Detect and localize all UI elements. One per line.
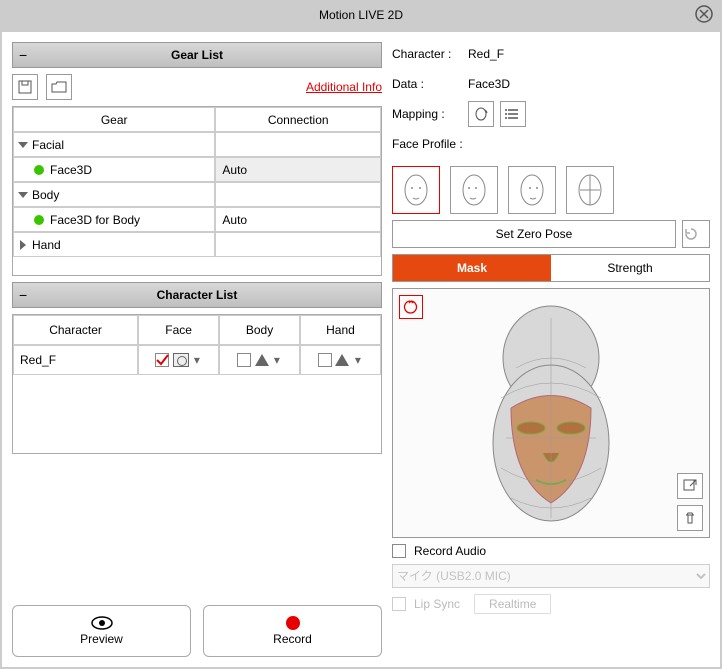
dropdown-icon[interactable]: ▾ [272, 353, 282, 367]
zero-pose-row: Set Zero Pose [392, 220, 710, 248]
tab-strength[interactable]: Strength [551, 255, 709, 281]
hand-cell[interactable]: ▾ [300, 345, 381, 375]
reset-pose-icon[interactable] [682, 220, 710, 248]
gear-table: Gear Connection Facial Face3D Auto Body … [12, 106, 382, 276]
dropdown-icon[interactable]: ▾ [353, 353, 363, 367]
mapping-head-icon[interactable] [468, 101, 494, 127]
titlebar: Motion LIVE 2D [0, 0, 722, 30]
face-profile-row [392, 166, 710, 214]
face-mesh-icon [461, 298, 641, 528]
face-profile-2[interactable] [450, 166, 498, 214]
face-profile-3[interactable] [508, 166, 556, 214]
body-cell[interactable]: ▾ [219, 345, 300, 375]
warning-icon [255, 354, 269, 366]
status-dot-icon [34, 215, 44, 225]
character-list-header[interactable]: − Character List [12, 282, 382, 308]
preview-button[interactable]: Preview [12, 605, 191, 657]
mic-select: マイク (USB2.0 MIC) [392, 564, 710, 588]
face-profile-1[interactable] [392, 166, 440, 214]
gear-item-face3d-body[interactable]: Face3D for Body Auto [13, 207, 381, 232]
set-zero-pose-button[interactable]: Set Zero Pose [392, 220, 676, 248]
checkbox-icon[interactable] [155, 353, 169, 367]
camera-icon[interactable] [173, 353, 189, 367]
collapse-icon[interactable]: − [19, 287, 27, 303]
character-row[interactable]: Red_F ▾ ▾ ▾ [13, 345, 381, 375]
gear-list-header[interactable]: − Gear List [12, 42, 382, 68]
record-audio-row[interactable]: Record Audio [392, 544, 710, 558]
collapse-icon[interactable]: − [19, 47, 27, 63]
additional-info-link[interactable]: Additional Info [306, 80, 382, 94]
checkbox-icon[interactable] [318, 353, 332, 367]
window-title: Motion LIVE 2D [319, 8, 403, 22]
chevron-right-icon [20, 240, 26, 250]
lipsync-row: Lip Sync Realtime [392, 594, 710, 614]
col-connection: Connection [215, 107, 381, 132]
chevron-down-icon [18, 142, 28, 148]
face-profile-4[interactable] [566, 166, 614, 214]
warning-icon [335, 354, 349, 366]
window-body: − Gear List Additional Info Gear Connect… [2, 32, 720, 667]
eye-icon [91, 616, 113, 630]
tab-mask[interactable]: Mask [393, 255, 551, 281]
export-icon[interactable] [677, 473, 703, 499]
mapping-list-icon[interactable] [500, 101, 526, 127]
trash-icon[interactable] [677, 505, 703, 531]
checkbox-icon[interactable] [237, 353, 251, 367]
action-buttons: Preview Record [12, 605, 382, 657]
col-gear: Gear [13, 107, 215, 132]
left-panel: − Gear List Additional Info Gear Connect… [12, 42, 382, 657]
dropdown-icon[interactable]: ▾ [192, 353, 202, 367]
close-icon[interactable] [694, 4, 714, 24]
open-folder-icon[interactable] [46, 74, 72, 100]
face-cell[interactable]: ▾ [138, 345, 219, 375]
face-viewer[interactable] [392, 288, 710, 538]
character-value: Red_F [468, 47, 504, 61]
right-panel: Character :Red_F Data :Face3D Mapping : … [392, 42, 710, 657]
record-audio-checkbox[interactable] [392, 544, 406, 558]
gear-toolbar: Additional Info [12, 74, 382, 100]
character-table: Character Face Body Hand Red_F ▾ ▾ ▾ [12, 314, 382, 454]
status-dot-icon [34, 165, 44, 175]
gear-group-hand[interactable]: Hand [13, 232, 381, 257]
mask-strength-tabs: Mask Strength [392, 254, 710, 282]
save-icon[interactable] [12, 74, 38, 100]
record-button[interactable]: Record [203, 605, 382, 657]
viewer-mode-icon[interactable] [399, 295, 423, 319]
chevron-down-icon [18, 192, 28, 198]
lipsync-checkbox [392, 597, 406, 611]
data-value: Face3D [468, 77, 510, 91]
gear-group-body[interactable]: Body [13, 182, 381, 207]
gear-item-face3d[interactable]: Face3D Auto [13, 157, 381, 182]
gear-group-facial[interactable]: Facial [13, 132, 381, 157]
record-icon [286, 616, 300, 630]
